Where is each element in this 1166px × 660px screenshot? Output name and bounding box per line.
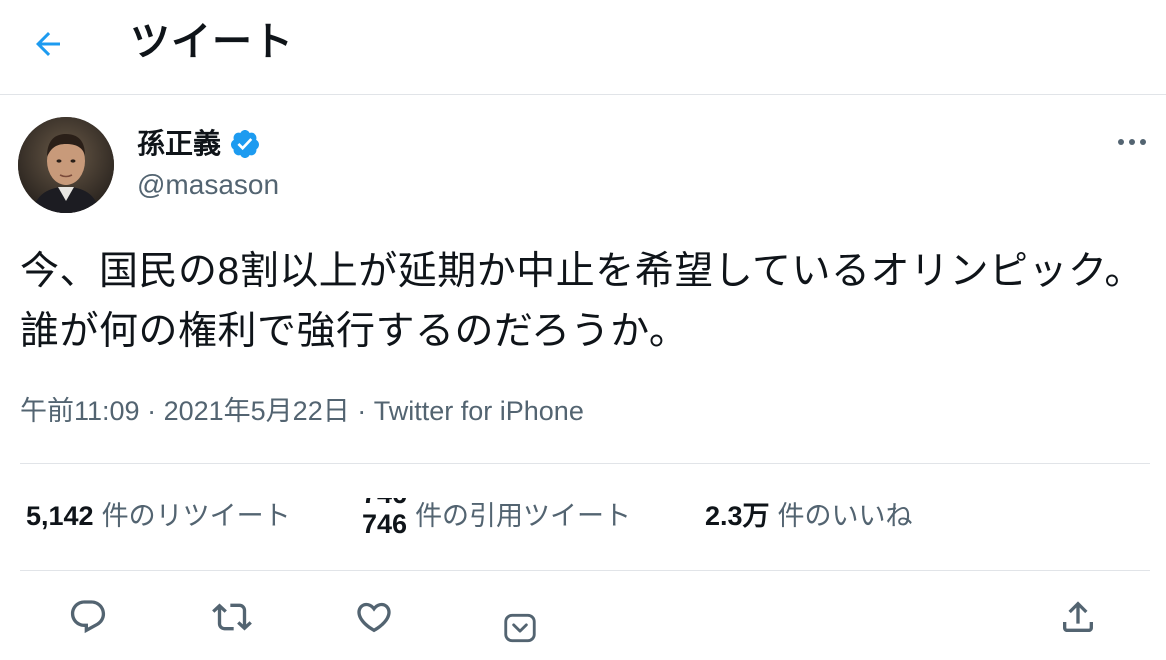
likes-count: 2.3万 (705, 501, 770, 531)
share-button[interactable] (1056, 595, 1100, 639)
reply-icon (70, 600, 106, 634)
author-name-text: 孫正義 (137, 128, 222, 159)
arrow-left-icon (36, 32, 60, 56)
divider (20, 570, 1150, 571)
retweets-count: 5,142 (26, 501, 94, 531)
quotes-stat[interactable]: 746 746 件の引用ツイート (362, 498, 631, 534)
author-name[interactable]: 孫正義 (137, 126, 261, 162)
tweet-text: 今、国民の8割以上が延期か中止を希望しているオリンピック。誰が何の権利で強行する… (20, 250, 1144, 353)
quotes-count-roller: 746 746 (362, 498, 407, 534)
retweet-button[interactable] (210, 595, 254, 639)
verified-badge-icon (231, 130, 260, 158)
bookmark-button[interactable] (498, 606, 542, 650)
like-button[interactable] (352, 595, 396, 639)
avatar-photo-icon (18, 117, 114, 213)
like-icon (357, 602, 391, 633)
tweet-detail-page: ツイート 孫正義 @masason 今、国民の8割以上が延期か中止を希望している… (0, 0, 1166, 660)
share-icon (1063, 601, 1093, 632)
retweets-stat[interactable]: 5,142 件のリツイート (26, 498, 291, 534)
more-icon (1118, 139, 1146, 145)
author-handle[interactable]: @masason (137, 167, 279, 203)
reply-button[interactable] (66, 595, 110, 639)
back-button[interactable] (28, 24, 68, 64)
meta-separator: · (147, 396, 157, 426)
bookmark-icon (504, 613, 536, 643)
quotes-label: 件の引用ツイート (415, 501, 632, 531)
tweet-source[interactable]: Twitter for iPhone (374, 396, 584, 426)
likes-label: 件のいいね (777, 501, 913, 531)
avatar[interactable] (18, 117, 114, 213)
more-options-button[interactable] (1112, 130, 1152, 154)
tweet-meta: 午前11:09 · 2021年5月22日 · Twitter for iPhon… (20, 394, 584, 428)
retweets-label: 件のリツイート (101, 501, 291, 531)
divider (20, 463, 1150, 464)
tweet-date[interactable]: 2021年5月22日 (164, 396, 350, 426)
retweet-icon (212, 603, 252, 631)
likes-stat[interactable]: 2.3万 件のいいね (705, 498, 913, 534)
page-header: ツイート (0, 0, 1166, 95)
meta-separator: · (357, 396, 367, 426)
tweet-time[interactable]: 午前11:09 (20, 396, 140, 426)
page-title: ツイート (130, 20, 294, 64)
quotes-count-previous: 746 (362, 498, 407, 512)
